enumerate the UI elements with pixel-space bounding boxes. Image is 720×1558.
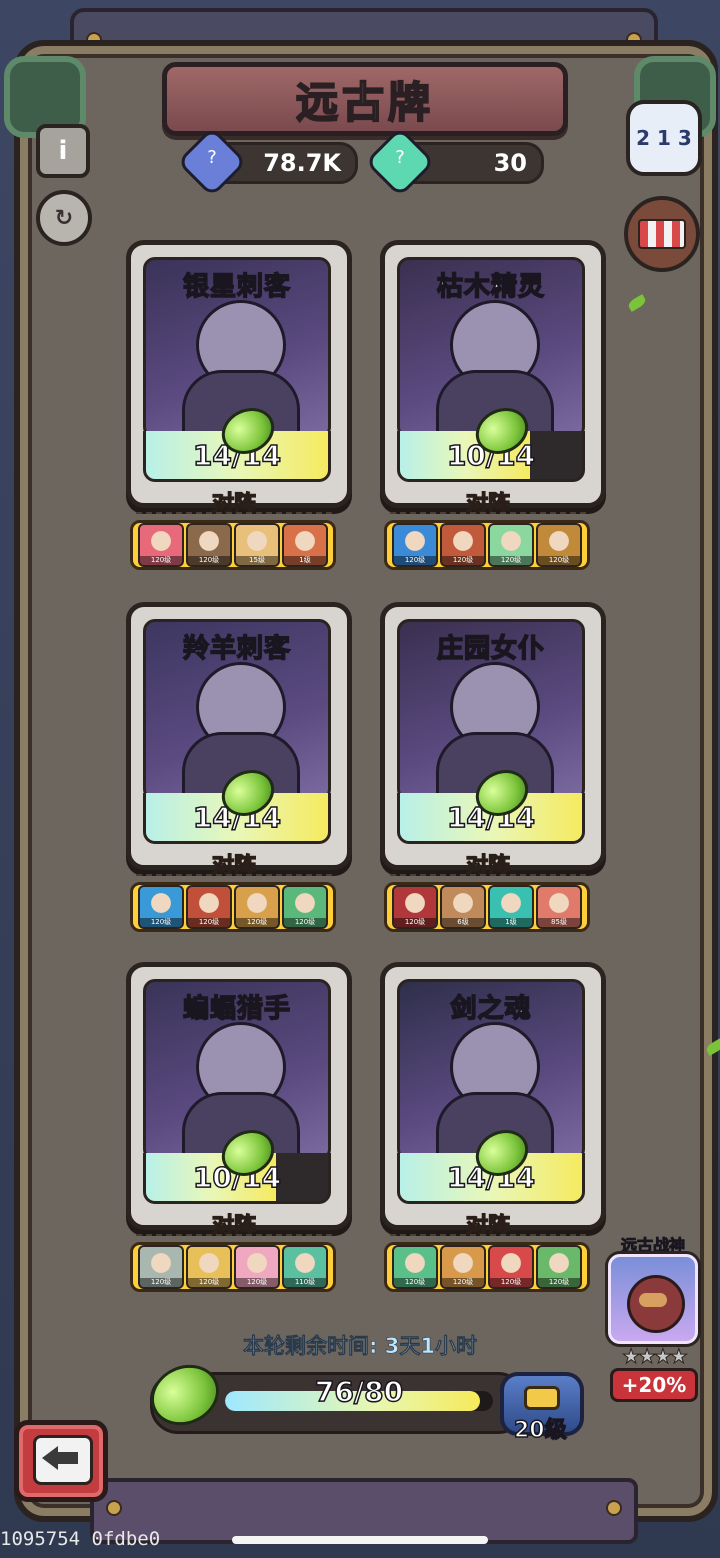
- hero-avatar[interactable]: 120级: [536, 523, 582, 567]
- progress-text: 76/80: [314, 1374, 404, 1409]
- hero-avatar[interactable]: 120级: [536, 1245, 582, 1289]
- hero-level: 120级: [188, 556, 230, 565]
- boss-portrait: [608, 1254, 698, 1344]
- hero-level: 120级: [236, 918, 278, 927]
- hero-avatar[interactable]: 120级: [392, 885, 438, 929]
- resource-green: ? 30: [364, 126, 544, 198]
- enemy-team[interactable]: 120级 120级 120级 120级: [130, 882, 336, 932]
- boss-panel[interactable]: 远古战神 ★★★★ +20%: [606, 1232, 700, 1402]
- rivet: [106, 1500, 122, 1516]
- hero-level: 120级: [188, 1278, 230, 1287]
- hero-avatar[interactable]: 120级: [392, 1245, 438, 1289]
- hero-level: 110级: [284, 1278, 326, 1287]
- hero-level: 120级: [140, 1278, 182, 1287]
- hero-card[interactable]: 剑之魂 14/14: [380, 962, 606, 1230]
- boss-name: 远古战神: [620, 1236, 685, 1256]
- hero-level: 120级: [140, 918, 182, 927]
- hero-level: 120级: [538, 556, 580, 565]
- enemy-team[interactable]: 120级 120级 120级 120级: [384, 1242, 590, 1292]
- podium-icon[interactable]: 2 1 3: [626, 100, 702, 176]
- chest-level: 20级: [513, 1417, 567, 1444]
- hero-avatar[interactable]: 120级: [440, 1245, 486, 1289]
- hero-level: 1级: [490, 918, 532, 927]
- hero-level: 6级: [442, 918, 484, 927]
- card-name: 庄园女仆: [436, 633, 545, 665]
- hero-level: 120级: [490, 556, 532, 565]
- divider: [390, 1234, 586, 1236]
- hero-avatar[interactable]: 15级: [234, 523, 280, 567]
- hero-level: 15级: [236, 556, 278, 565]
- resource-blue: ? 78.7K: [176, 126, 358, 198]
- hero-level: 120级: [442, 556, 484, 565]
- hero-avatar[interactable]: 120级: [392, 523, 438, 567]
- reward-chest[interactable]: 20级: [496, 1362, 584, 1444]
- hero-level: 85级: [538, 918, 580, 927]
- chest-lock: [524, 1386, 560, 1410]
- hero-level: 120级: [490, 1278, 532, 1287]
- hero-level: 1级: [284, 556, 326, 565]
- resource-value: 78.7K: [263, 149, 341, 177]
- hero-card[interactable]: 枯木精灵 10/14: [380, 240, 606, 508]
- hero-level: 120级: [394, 918, 436, 927]
- hero-avatar[interactable]: 120级: [186, 523, 232, 567]
- hero-level: 120级: [442, 1278, 484, 1287]
- hero-avatar[interactable]: 120级: [138, 885, 184, 929]
- hero-level: 120级: [140, 556, 182, 565]
- hero-avatar[interactable]: 110级: [282, 1245, 328, 1289]
- hero-avatar[interactable]: 1级: [488, 885, 534, 929]
- bottom-rail: [90, 1478, 638, 1544]
- shop-icon[interactable]: [624, 196, 700, 272]
- hero-avatar[interactable]: 120级: [186, 885, 232, 929]
- hero-avatar[interactable]: 120级: [138, 1245, 184, 1289]
- hero-avatar[interactable]: 120级: [488, 523, 534, 567]
- card-name: 银星刺客: [182, 271, 291, 303]
- hero-level: 120级: [284, 918, 326, 927]
- hero-avatar[interactable]: 120级: [488, 1245, 534, 1289]
- page-title: 远古牌: [295, 77, 434, 128]
- hero-avatar[interactable]: 120级: [440, 523, 486, 567]
- hero-card[interactable]: 蝙蝠猎手 10/14: [126, 962, 352, 1230]
- divider: [390, 512, 586, 514]
- refresh-icon[interactable]: ↻: [36, 190, 92, 246]
- info-icon[interactable]: i: [36, 124, 90, 178]
- hero-card[interactable]: 庄园女仆 14/14: [380, 602, 606, 870]
- boss-bonus: +20%: [610, 1368, 698, 1402]
- hero-card[interactable]: 银星刺客 14/14: [126, 240, 352, 508]
- home-indicator[interactable]: [232, 1536, 488, 1544]
- hero-level: 120级: [188, 918, 230, 927]
- enemy-team[interactable]: 120级 120级 120级 110级: [130, 1242, 336, 1292]
- divider: [136, 512, 332, 514]
- hero-card[interactable]: 羚羊刺客 14/14: [126, 602, 352, 870]
- hero-avatar[interactable]: 1级: [282, 523, 328, 567]
- hero-level: 120级: [538, 1278, 580, 1287]
- rivet: [606, 1500, 622, 1516]
- title-banner: 远古牌: [162, 62, 568, 136]
- enemy-team[interactable]: 120级 120级 120级 120级: [384, 520, 590, 570]
- hero-level: 120级: [394, 556, 436, 565]
- back-arrow-icon: [33, 1435, 93, 1485]
- hero-level: 120级: [394, 1278, 436, 1287]
- card-name: 枯木精灵: [436, 271, 545, 303]
- hero-avatar[interactable]: 120级: [234, 885, 280, 929]
- resource-value: 30: [493, 149, 527, 177]
- hero-avatar[interactable]: 85级: [536, 885, 582, 929]
- boss-stars: ★★★★: [622, 1344, 689, 1369]
- divider: [390, 874, 586, 876]
- hero-avatar[interactable]: 120级: [138, 523, 184, 567]
- card-name: 剑之魂: [450, 993, 532, 1025]
- hero-avatar[interactable]: 120级: [234, 1245, 280, 1289]
- hero-level: 120级: [236, 1278, 278, 1287]
- enemy-team[interactable]: 120级 120级 15级 1级: [130, 520, 336, 570]
- hero-avatar[interactable]: 120级: [282, 885, 328, 929]
- hero-avatar[interactable]: 6级: [440, 885, 486, 929]
- back-button[interactable]: [14, 1420, 108, 1502]
- card-name: 蝙蝠猎手: [182, 993, 291, 1025]
- divider: [136, 874, 332, 876]
- enemy-team[interactable]: 120级 6级 1级 85级: [384, 882, 590, 932]
- divider: [136, 1234, 332, 1236]
- hero-avatar[interactable]: 120级: [186, 1245, 232, 1289]
- debug-text: 1095754 0fdbe0: [0, 1528, 161, 1550]
- card-name: 羚羊刺客: [182, 633, 291, 665]
